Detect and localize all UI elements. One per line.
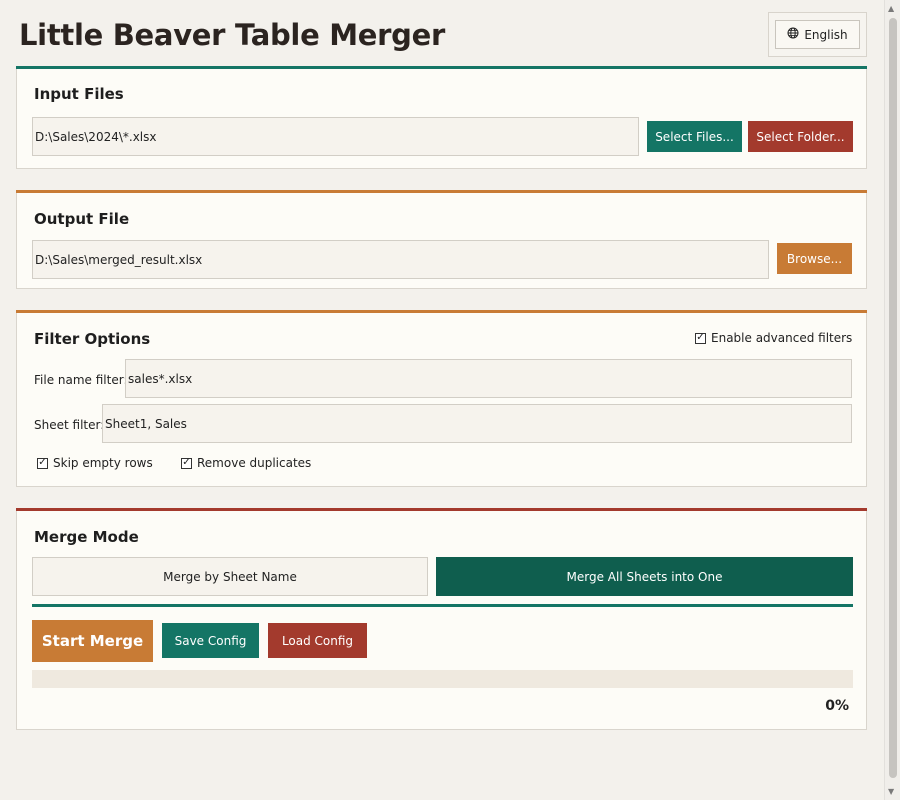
remove-duplicates-checkbox[interactable]: ✓ Remove duplicates: [181, 456, 311, 470]
remove-duplicates-label: Remove duplicates: [197, 456, 312, 470]
scroll-down-icon[interactable]: ▼: [888, 787, 894, 796]
check-icon: ✓: [37, 457, 48, 469]
scroll-up-icon[interactable]: ▲: [888, 4, 894, 13]
input-path-field[interactable]: [32, 117, 639, 156]
output-file-accent-bar: [16, 190, 867, 193]
globe-icon: [787, 27, 799, 42]
output-path-field[interactable]: [32, 240, 769, 279]
vertical-scrollbar[interactable]: ▲ ▼: [884, 0, 900, 800]
input-files-title: Input Files: [34, 85, 124, 103]
merge-mode-accent-bar: [16, 508, 867, 511]
check-icon: ✓: [695, 332, 706, 344]
output-file-panel: Output File Browse...: [16, 190, 867, 289]
save-config-button[interactable]: Save Config: [162, 623, 259, 658]
app-title: Little Beaver Table Merger: [19, 18, 445, 52]
merge-mode-panel: Merge Mode Merge by Sheet Name Merge All…: [16, 508, 867, 730]
sheet-filter-input[interactable]: [102, 404, 852, 443]
input-files-accent-bar: [16, 66, 867, 69]
output-file-title: Output File: [34, 210, 130, 228]
mode-selection-divider: [32, 604, 853, 607]
filter-options-title: Filter Options: [34, 330, 151, 348]
scrollbar-thumb[interactable]: [889, 18, 897, 778]
check-icon: ✓: [181, 457, 192, 469]
file-name-filter-label: File name filter:: [34, 373, 128, 387]
filter-options-accent-bar: [16, 310, 867, 313]
start-merge-button[interactable]: Start Merge: [32, 620, 153, 662]
merge-all-sheets-option[interactable]: Merge All Sheets into One: [436, 557, 853, 596]
language-button[interactable]: English: [775, 20, 860, 49]
advanced-filters-label: Enable advanced filters: [711, 331, 853, 345]
select-folder-button[interactable]: Select Folder...: [748, 121, 853, 152]
merge-by-sheet-name-option[interactable]: Merge by Sheet Name: [32, 557, 428, 596]
language-label: English: [804, 27, 848, 42]
filter-options-panel: Filter Options ✓ Enable advanced filters…: [16, 310, 867, 487]
merge-mode-title: Merge Mode: [34, 528, 139, 546]
progress-percent: 0%: [825, 698, 849, 714]
select-files-button[interactable]: Select Files...: [647, 121, 742, 152]
input-files-panel: Input Files Select Files... Select Folde…: [16, 66, 867, 169]
load-config-button[interactable]: Load Config: [268, 623, 367, 658]
skip-empty-rows-checkbox[interactable]: ✓ Skip empty rows: [37, 456, 153, 470]
sheet-filter-label: Sheet filter:: [34, 418, 105, 432]
browse-button[interactable]: Browse...: [777, 243, 852, 274]
file-name-filter-input[interactable]: [125, 359, 852, 398]
advanced-filters-checkbox[interactable]: ✓ Enable advanced filters: [695, 331, 852, 345]
language-container: English: [768, 12, 867, 57]
progress-bar: [32, 670, 853, 688]
skip-empty-rows-label: Skip empty rows: [53, 456, 153, 470]
